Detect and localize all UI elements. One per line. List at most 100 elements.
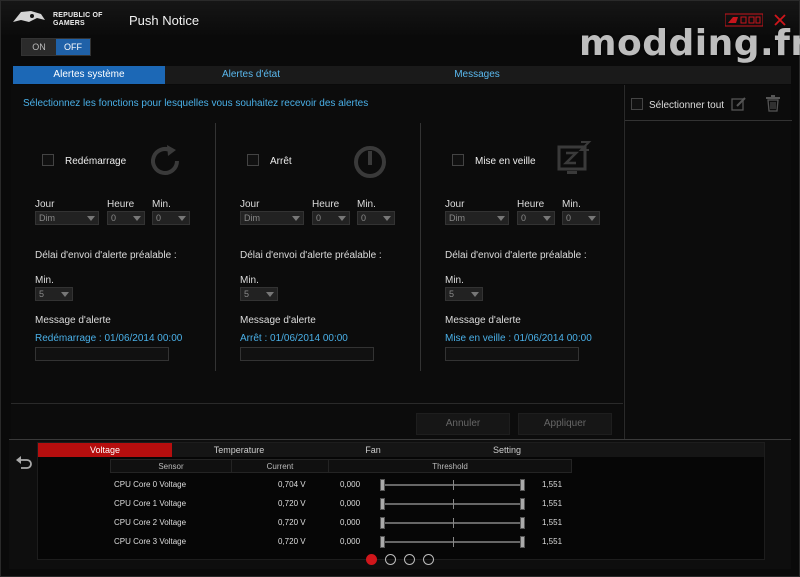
sensor-name: CPU Core 3 Voltage — [114, 537, 187, 546]
day-select[interactable]: Dim — [445, 211, 509, 225]
min-label: Min. — [152, 199, 171, 210]
slider-max-handle[interactable] — [520, 517, 525, 529]
select-all-label[interactable]: Sélectionner tout — [649, 100, 724, 111]
brand-line-1: REPUBLIC OF — [53, 12, 103, 19]
hour-label: Heure — [107, 199, 135, 210]
sleep-checkbox[interactable] — [452, 154, 464, 166]
sleep-column: Mise en veille Jour Heure Min. Dim 0 0 D… — [443, 123, 648, 373]
slider-marker — [453, 499, 454, 509]
message-label: Message d'alerte — [240, 315, 316, 326]
page-dot-4[interactable] — [423, 554, 434, 565]
chevron-down-icon — [543, 216, 551, 221]
min-value: 0 — [156, 213, 162, 223]
close-icon[interactable] — [773, 13, 787, 27]
message-list-panel: Sélectionner tout — [624, 85, 792, 439]
tab-alertes-systeme[interactable]: Alertes système — [13, 66, 165, 84]
tab-temperature[interactable]: Temperature — [172, 443, 306, 457]
delay-value: 5 — [39, 289, 45, 299]
day-value: Dim — [449, 213, 465, 223]
message-preview: Arrêt : 01/06/2014 00:00 — [240, 333, 348, 344]
hour-select[interactable]: 0 — [312, 211, 350, 225]
slider-min-handle[interactable] — [380, 517, 385, 529]
column-divider — [420, 123, 421, 371]
monitor-table-header: Sensor Current Threshold — [38, 459, 764, 473]
page-dot-1[interactable] — [366, 554, 377, 565]
page-dot-2[interactable] — [385, 554, 396, 565]
slider-min-handle[interactable] — [380, 536, 385, 548]
select-all-checkbox[interactable] — [631, 98, 643, 110]
shutdown-checkbox[interactable] — [247, 154, 259, 166]
delay-label: Délai d'envoi d'alerte préalable : — [445, 250, 587, 261]
message-input[interactable] — [240, 347, 374, 361]
day-label: Jour — [445, 199, 465, 210]
chevron-down-icon — [178, 216, 186, 221]
restart-column: Redémarrage Jour Heure Min. Dim 0 0 Déla… — [33, 123, 238, 373]
delay-min-label: Min. — [240, 275, 259, 286]
brand-line-2: GAMERS — [53, 20, 85, 27]
restart-checkbox[interactable] — [42, 154, 54, 166]
message-input[interactable] — [445, 347, 579, 361]
toggle-on[interactable]: ON — [22, 39, 56, 55]
toggle-off[interactable]: OFF — [56, 39, 90, 55]
restart-title: Redémarrage — [65, 156, 127, 167]
slider-max-handle[interactable] — [520, 536, 525, 548]
current-value: 0,720 V — [278, 518, 306, 527]
tab-voltage[interactable]: Voltage — [38, 443, 172, 457]
threshold-max: 1,551 — [542, 518, 563, 527]
page-dot-3[interactable] — [404, 554, 415, 565]
day-select[interactable]: Dim — [240, 211, 304, 225]
delay-select[interactable]: 5 — [240, 287, 278, 301]
message-list-header: Sélectionner tout — [625, 85, 792, 121]
chevron-down-icon — [497, 216, 505, 221]
notice-toggle[interactable]: ON OFF — [21, 38, 91, 56]
slider-max-handle[interactable] — [520, 479, 525, 491]
rog-mini-icon[interactable] — [725, 13, 763, 27]
edit-icon[interactable] — [731, 96, 747, 112]
slider-min-handle[interactable] — [380, 498, 385, 510]
hour-label: Heure — [312, 199, 340, 210]
apply-button[interactable]: Appliquer — [518, 413, 612, 435]
message-label: Message d'alerte — [35, 315, 111, 326]
chevron-down-icon — [383, 216, 391, 221]
threshold-min: 0,000 — [340, 499, 361, 508]
day-select[interactable]: Dim — [35, 211, 99, 225]
delay-min-label: Min. — [35, 275, 54, 286]
hour-select[interactable]: 0 — [517, 211, 555, 225]
tab-alertes-etat[interactable]: Alertes d'état — [175, 66, 327, 84]
monitor-tabs: Voltage Temperature Fan Setting — [38, 443, 764, 457]
delay-select[interactable]: 5 — [35, 287, 73, 301]
chevron-down-icon — [61, 292, 69, 297]
message-input[interactable] — [35, 347, 169, 361]
message-label: Message d'alerte — [445, 315, 521, 326]
tab-setting[interactable]: Setting — [440, 443, 574, 457]
delay-value: 5 — [449, 289, 455, 299]
min-select[interactable]: 0 — [357, 211, 395, 225]
sleep-title: Mise en veille — [475, 156, 536, 167]
hour-value: 0 — [111, 213, 117, 223]
min-select[interactable]: 0 — [152, 211, 190, 225]
tab-fan[interactable]: Fan — [306, 443, 440, 457]
cancel-button[interactable]: Annuler — [416, 413, 510, 435]
min-value: 0 — [361, 213, 367, 223]
back-arrow-icon[interactable] — [15, 454, 33, 470]
sleep-icon — [557, 141, 592, 174]
message-preview: Redémarrage : 01/06/2014 00:00 — [35, 333, 183, 344]
instruction-text: Sélectionnez les fonctions pour lesquell… — [23, 98, 369, 109]
threshold-max: 1,551 — [542, 537, 563, 546]
rog-logo-icon — [13, 11, 45, 22]
trash-icon[interactable] — [765, 95, 781, 112]
min-select[interactable]: 0 — [562, 211, 600, 225]
slider-min-handle[interactable] — [380, 479, 385, 491]
slider-max-handle[interactable] — [520, 498, 525, 510]
tab-messages[interactable]: Messages — [337, 66, 617, 84]
panel-divider — [11, 403, 623, 404]
hour-select[interactable]: 0 — [107, 211, 145, 225]
push-notice-window: REPUBLIC OF GAMERS Push Notice modding.f… — [0, 0, 800, 577]
delay-value: 5 — [244, 289, 250, 299]
header-threshold: Threshold — [328, 459, 572, 473]
day-value: Dim — [244, 213, 260, 223]
tab-filler — [574, 443, 764, 457]
chevron-down-icon — [292, 216, 300, 221]
app-title: Push Notice — [129, 13, 200, 28]
delay-select[interactable]: 5 — [445, 287, 483, 301]
